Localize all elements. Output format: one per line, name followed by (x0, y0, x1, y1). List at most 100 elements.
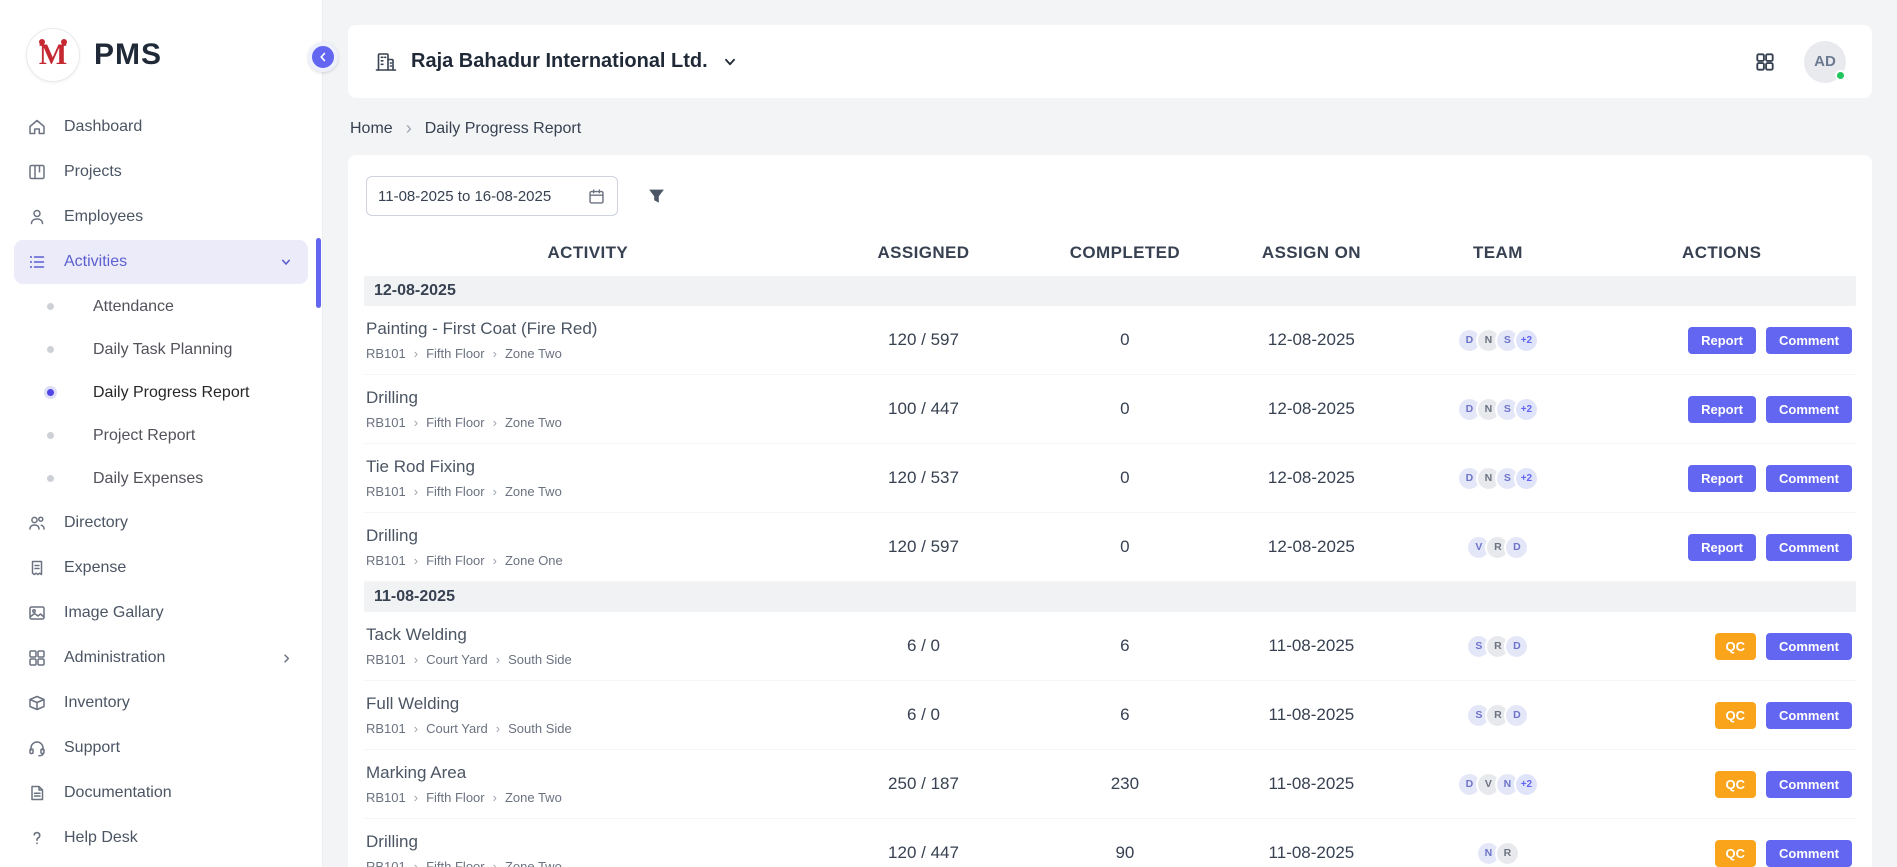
expense-icon (27, 558, 47, 578)
activity-title[interactable]: Tack Welding (366, 625, 812, 645)
team-more-badge[interactable]: +2 (1514, 466, 1539, 491)
assign-on-date: 11-08-2025 (1214, 636, 1408, 656)
comment-button[interactable]: Comment (1766, 840, 1852, 867)
column-header-assigned: ASSIGNED (812, 243, 1036, 263)
inventory-icon (27, 693, 47, 713)
sidebar-item-directory[interactable]: Directory (14, 501, 308, 545)
qc-button[interactable]: QC (1715, 771, 1757, 798)
qc-button[interactable]: QC (1715, 702, 1757, 729)
team-more-badge[interactable]: +2 (1514, 328, 1539, 353)
assign-on-date: 12-08-2025 (1214, 468, 1408, 488)
column-header-assign-on: ASSIGN ON (1214, 243, 1408, 263)
report-button[interactable]: Report (1688, 396, 1756, 423)
progress-table: ACTIVITY ASSIGNED COMPLETED ASSIGN ON TE… (364, 230, 1856, 867)
sidebar-scrollbar[interactable] (316, 238, 321, 308)
assigned-value: 120 / 597 (812, 537, 1036, 557)
sidebar-item-label: Expense (64, 559, 126, 577)
user-avatar[interactable]: AD (1804, 41, 1846, 83)
table-row: Full Welding RB101Court YardSouth Side 6… (364, 681, 1856, 750)
app-title: PMS (94, 38, 162, 72)
comment-button[interactable]: Comment (1766, 771, 1852, 798)
sidebar-item-label: Dashboard (64, 118, 142, 136)
team-avatars: NR (1408, 841, 1587, 866)
assign-on-date: 12-08-2025 (1214, 399, 1408, 419)
sidebar-item-inventory[interactable]: Inventory (14, 681, 308, 725)
sidebar-item-label: Help Desk (64, 829, 138, 847)
sidebar-item-expense[interactable]: Expense (14, 546, 308, 590)
breadcrumb: Home Daily Progress Report (350, 118, 1870, 139)
sidebar-item-help-desk[interactable]: Help Desk (14, 816, 308, 860)
team-avatar[interactable]: D (1504, 535, 1529, 560)
activity-path: RB101Fifth FloorZone Two (366, 790, 812, 805)
qc-button[interactable]: QC (1715, 840, 1757, 867)
sidebar-item-administration[interactable]: Administration (14, 636, 308, 680)
sidebar-subitem-daily-task-planning[interactable]: Daily Task Planning (0, 328, 322, 371)
company-name: Raja Bahadur International Ltd. (411, 50, 708, 73)
qc-button[interactable]: QC (1715, 633, 1757, 660)
assign-on-date: 12-08-2025 (1214, 537, 1408, 557)
sidebar-item-projects[interactable]: Projects (14, 150, 308, 194)
chevron-right-icon (279, 651, 294, 666)
team-avatars: SRD (1408, 703, 1587, 728)
calendar-icon (587, 187, 606, 206)
comment-button[interactable]: Comment (1766, 327, 1852, 354)
comment-button[interactable]: Comment (1766, 633, 1852, 660)
activity-path: RB101Fifth FloorZone Two (366, 415, 812, 430)
bullet-icon (47, 303, 54, 310)
assigned-value: 6 / 0 (812, 705, 1036, 725)
report-button[interactable]: Report (1688, 465, 1756, 492)
sidebar-item-employees[interactable]: Employees (14, 195, 308, 239)
sidebar-item-image-gallery[interactable]: Image Gallary (14, 591, 308, 635)
header-actions: AD (1754, 41, 1846, 83)
activity-path: RB101Fifth FloorZone Two (366, 484, 812, 499)
team-avatars: SRD (1408, 634, 1587, 659)
comment-button[interactable]: Comment (1766, 396, 1852, 423)
sidebar-subitem-project-report[interactable]: Project Report (0, 414, 322, 457)
support-icon (27, 738, 47, 758)
filter-icon[interactable] (646, 186, 667, 207)
sidebar-item-dashboard[interactable]: Dashboard (14, 105, 308, 149)
report-button[interactable]: Report (1688, 534, 1756, 561)
team-avatar[interactable]: D (1504, 634, 1529, 659)
activity-title[interactable]: Drilling (366, 832, 812, 852)
activity-title[interactable]: Drilling (366, 526, 812, 546)
activity-title[interactable]: Tie Rod Fixing (366, 457, 812, 477)
sidebar-item-documentation[interactable]: Documentation (14, 771, 308, 815)
sidebar-item-label: Activities (64, 253, 127, 271)
breadcrumb-home[interactable]: Home (350, 120, 393, 138)
comment-button[interactable]: Comment (1766, 465, 1852, 492)
table-row: Drilling RB101Fifth FloorZone Two 120 / … (364, 819, 1856, 867)
sidebar-item-label: Employees (64, 208, 143, 226)
team-avatar[interactable]: D (1504, 703, 1529, 728)
comment-button[interactable]: Comment (1766, 702, 1852, 729)
team-more-badge[interactable]: +2 (1514, 397, 1539, 422)
completed-value: 6 (1035, 636, 1214, 656)
assign-on-date: 11-08-2025 (1214, 843, 1408, 863)
sidebar-item-activities[interactable]: Activities (14, 240, 308, 284)
sidebar-item-label: Inventory (64, 694, 130, 712)
sidebar-subitem-attendance[interactable]: Attendance (0, 285, 322, 328)
date-range-picker[interactable] (366, 176, 618, 216)
chevron-down-icon (721, 53, 739, 71)
report-button[interactable]: Report (1688, 327, 1756, 354)
sidebar-item-support[interactable]: Support (14, 726, 308, 770)
activity-title[interactable]: Drilling (366, 388, 812, 408)
activity-title[interactable]: Marking Area (366, 763, 812, 783)
sidebar-subitem-label: Daily Task Planning (93, 341, 232, 359)
team-more-badge[interactable]: +2 (1514, 772, 1539, 797)
comment-button[interactable]: Comment (1766, 534, 1852, 561)
sidebar-subitem-daily-progress-report[interactable]: Daily Progress Report (0, 371, 322, 414)
team-avatar[interactable]: R (1495, 841, 1520, 866)
apps-grid-icon[interactable] (1754, 51, 1776, 73)
projects-icon (27, 162, 47, 182)
sidebar-subitem-daily-expenses[interactable]: Daily Expenses (0, 457, 322, 500)
activity-title[interactable]: Painting - First Coat (Fire Red) (366, 319, 812, 339)
company-selector[interactable]: Raja Bahadur International Ltd. (374, 50, 739, 74)
activity-title[interactable]: Full Welding (366, 694, 812, 714)
team-avatars: DNS+2 (1408, 328, 1587, 353)
sidebar-subitem-label: Project Report (93, 427, 195, 445)
sidebar-item-label: Directory (64, 514, 128, 532)
date-range-input[interactable] (378, 188, 579, 205)
activity-path: RB101Court YardSouth Side (366, 652, 812, 667)
sidebar-collapse-button[interactable] (308, 42, 338, 72)
